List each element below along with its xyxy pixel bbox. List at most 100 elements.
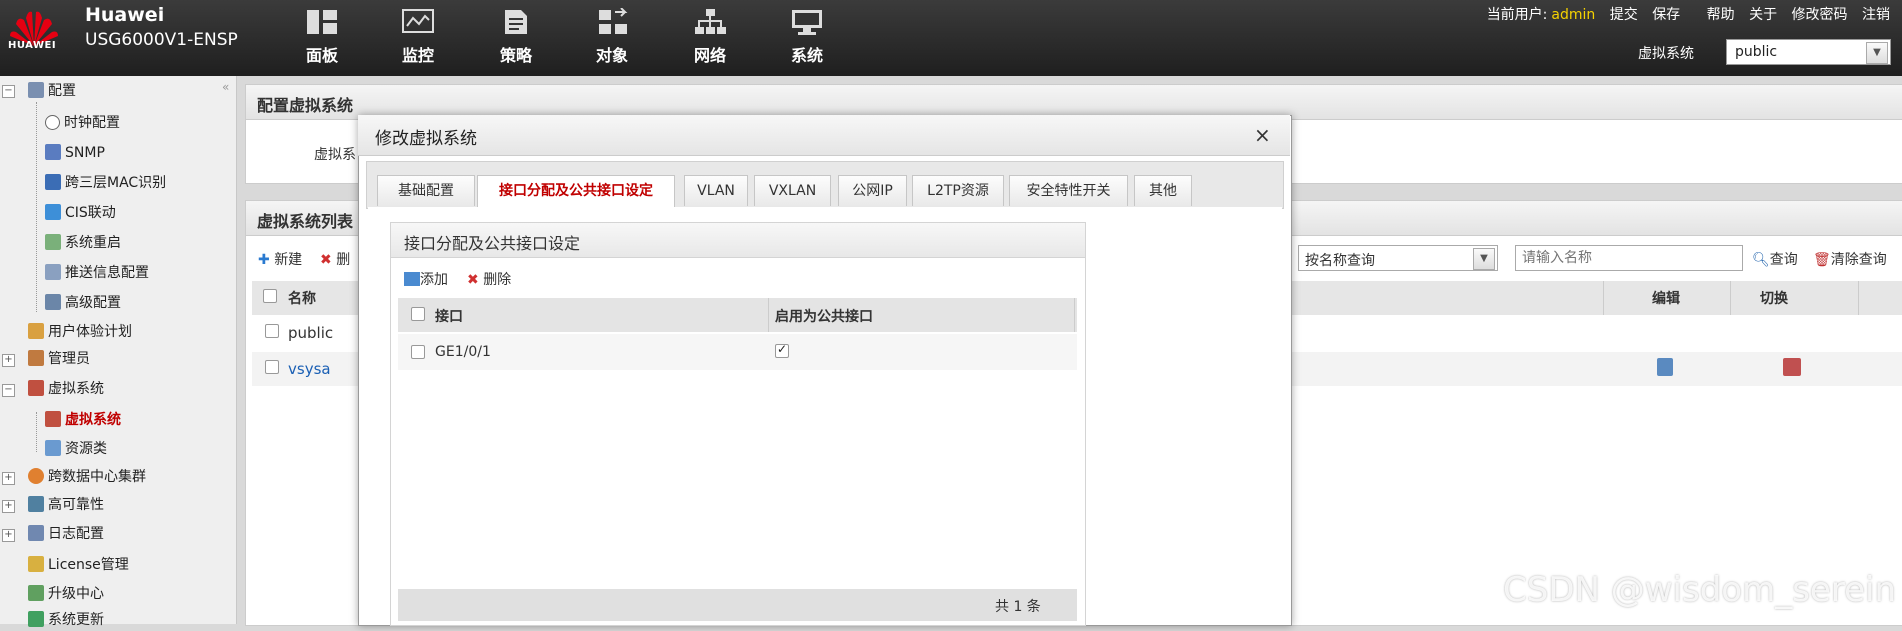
tab-other[interactable]: 其他 [1134, 175, 1192, 206]
table-row [398, 334, 1077, 370]
chevron-down-icon[interactable]: ▼ [1473, 248, 1495, 270]
snmp-icon [45, 144, 61, 160]
chevron-down-icon[interactable]: ▼ [1866, 42, 1888, 64]
sidebar-item-clock[interactable]: 时钟配置 [45, 112, 120, 134]
sidebar-item-advanced[interactable]: 高级配置 [45, 292, 121, 314]
policy-icon [505, 10, 527, 34]
delete-icon: ✖ [320, 252, 332, 268]
search-button[interactable]: 🔍︎查询 [1752, 249, 1798, 269]
admin-icon [28, 350, 44, 366]
expand-node-icon[interactable]: + [2, 472, 15, 485]
advanced-icon [45, 294, 61, 310]
sidebar-item-reboot[interactable]: 系统重启 [45, 232, 121, 254]
dashboard-icon [307, 10, 337, 34]
commit-link[interactable]: 提交 [1610, 7, 1638, 23]
vsys-icon [45, 411, 61, 427]
sidebar-item-log[interactable]: 日志配置 [28, 523, 104, 545]
add-interface-button[interactable]: 添加 [404, 269, 448, 289]
system-icon [792, 10, 822, 35]
nav-monitor[interactable]: 监控 [378, 8, 458, 66]
save-link[interactable]: 保存 [1652, 7, 1680, 23]
row-checkbox[interactable] [411, 345, 425, 359]
new-button[interactable]: ✚ 新建 [258, 249, 302, 269]
select-all-checkbox[interactable] [411, 307, 425, 321]
resource-icon [45, 440, 61, 456]
network-icon [695, 9, 726, 34]
sidebar-item-ha[interactable]: 高可靠性 [28, 494, 104, 516]
expand-node-icon[interactable]: + [2, 354, 15, 367]
sidebar-item-vsys-child[interactable]: 虚拟系统 [45, 409, 121, 431]
tab-public-ip[interactable]: 公网IP [838, 175, 907, 206]
collapse-node-icon[interactable]: − [2, 384, 15, 397]
nav-policy[interactable]: 策略 [476, 8, 556, 66]
nav-label: 对象 [595, 46, 628, 65]
help-link[interactable]: 帮助 [1707, 7, 1735, 23]
brand-name: Huawei [85, 4, 165, 26]
switch-icon[interactable] [1783, 358, 1801, 376]
column-interface: 接口 [435, 309, 463, 325]
delete-button[interactable]: ✖ 删 [320, 249, 350, 269]
sidebar-item-cluster[interactable]: 跨数据中心集群 [28, 466, 146, 488]
sidebar-item-push[interactable]: 推送信息配置 [45, 262, 149, 284]
tab-l2tp[interactable]: L2TP资源 [912, 175, 1004, 206]
nav-dashboard[interactable]: 面板 [282, 8, 362, 66]
about-link[interactable]: 关于 [1749, 7, 1777, 23]
top-bar: HUAWEI Huawei USG6000V1-ENSP 面板 监控 策略 对象… [0, 0, 1902, 76]
search-icon: 🔍︎ [1752, 252, 1770, 268]
delete-icon: ✖ [467, 272, 479, 288]
sidebar-item-mac[interactable]: 跨三层MAC识别 [45, 172, 166, 194]
vsys-select[interactable]: public ▼ [1726, 39, 1891, 65]
tab-basic[interactable]: 基础配置 [377, 175, 475, 206]
expand-node-icon[interactable]: + [2, 529, 15, 542]
vsys-select-value: public [1735, 44, 1778, 60]
delete-interface-button[interactable]: ✖ 删除 [467, 269, 511, 289]
logout-link[interactable]: 注销 [1862, 7, 1890, 23]
expand-node-icon[interactable]: + [2, 500, 15, 513]
nav-label: 监控 [401, 46, 434, 65]
monitor-icon [402, 9, 434, 33]
collapse-node-icon[interactable]: − [2, 85, 15, 98]
cluster-icon [28, 468, 44, 484]
row-checkbox[interactable] [265, 324, 279, 338]
edit-icon[interactable] [1657, 358, 1673, 376]
interface-panel-title: 接口分配及公共接口设定 [404, 234, 581, 253]
sidebar-item-snmp[interactable]: SNMP [45, 142, 105, 164]
dialog-header [358, 115, 1290, 156]
sidebar-item-admin[interactable]: 管理员 [28, 348, 90, 370]
close-icon[interactable]: × [1254, 123, 1271, 147]
tab-security[interactable]: 安全特性开关 [1009, 175, 1128, 206]
sidebar-item-upgrade[interactable]: 升级中心 [28, 583, 104, 605]
vsys-name-link[interactable]: vsysa [288, 360, 331, 378]
sidebar-item-vsys[interactable]: 虚拟系统 [28, 378, 104, 400]
sidebar-item-ux[interactable]: 用户体验计划 [28, 321, 132, 343]
public-interface-checkbox[interactable] [775, 342, 789, 358]
change-password-link[interactable]: 修改密码 [1792, 7, 1848, 23]
nav-network[interactable]: 网络 [670, 8, 750, 66]
sidebar-item-resource[interactable]: 资源类 [45, 438, 107, 460]
nav-object[interactable]: 对象 [572, 8, 652, 66]
config-icon [28, 82, 44, 98]
select-all-checkbox[interactable] [263, 289, 277, 303]
vsys-icon [28, 380, 44, 396]
nav-system[interactable]: 系统 [767, 8, 847, 66]
tab-vxlan[interactable]: VXLAN [754, 175, 831, 206]
search-input[interactable] [1515, 245, 1743, 271]
tab-interface[interactable]: 接口分配及公共接口设定 [477, 175, 675, 207]
search-type-select[interactable]: 按名称查询 ▼ [1298, 245, 1498, 271]
sidebar-item-config[interactable]: 配置 [28, 80, 76, 102]
sidebar-item-cis[interactable]: CIS联动 [45, 202, 116, 224]
tab-vlan[interactable]: VLAN [684, 175, 748, 206]
add-icon [404, 272, 420, 286]
reboot-icon [45, 234, 61, 250]
clear-icon: 🗑︎ [1813, 252, 1831, 268]
logo-text: HUAWEI [8, 40, 57, 51]
current-user-label: 当前用户: [1486, 7, 1548, 23]
update-icon [28, 611, 44, 627]
row-checkbox[interactable] [265, 360, 279, 374]
sidebar-item-license[interactable]: License管理 [28, 554, 129, 576]
plus-icon: ✚ [258, 252, 270, 268]
collapse-sidebar-icon[interactable]: « [222, 80, 229, 94]
clear-search-button[interactable]: 🗑︎清除查询 [1813, 249, 1887, 269]
interface-table-header [398, 298, 1077, 332]
sidebar-item-update[interactable]: 系统更新 [28, 609, 104, 631]
